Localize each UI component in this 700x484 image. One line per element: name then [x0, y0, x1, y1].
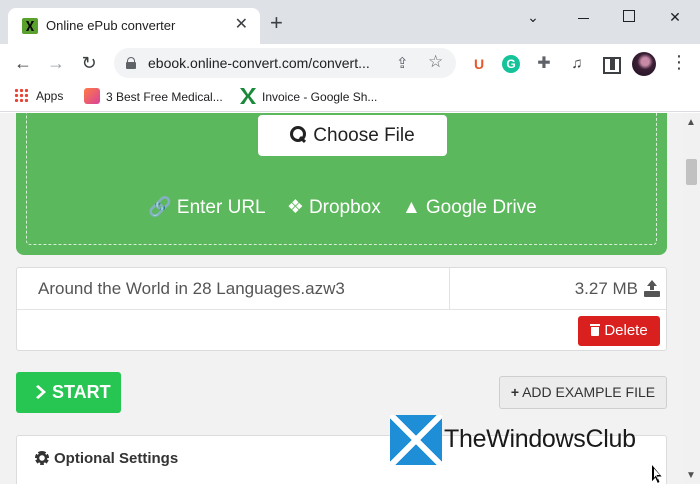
profile-avatar[interactable] — [632, 52, 656, 76]
add-example-file-button[interactable]: + ADD EXAMPLE FILE — [499, 376, 667, 409]
google-drive-link[interactable]: ▲ Google Drive — [402, 197, 537, 219]
file-name: Around the World in 28 Languages.azw3 — [38, 279, 345, 298]
optional-settings-title: Optional Settings — [35, 450, 178, 467]
start-button[interactable]: START — [16, 372, 121, 413]
bookmark-favicon-icon — [84, 88, 100, 104]
bookmark-star-icon[interactable]: ☆ — [428, 52, 443, 72]
maximize-button[interactable] — [614, 6, 644, 28]
bookmark-label: Apps — [36, 89, 64, 103]
trash-icon — [590, 324, 601, 336]
start-label: START — [52, 382, 111, 402]
page-viewport: Choose File 🔗 Enter URL ❖ Dropbox ▲ Google … — [0, 113, 683, 484]
plus-icon: + — [510, 384, 520, 400]
tab-search-chevron-icon[interactable]: ⌄ — [518, 6, 548, 28]
chevron-right-icon — [36, 385, 46, 399]
choose-file-button[interactable]: Choose File — [258, 115, 447, 156]
file-row: Around the World in 28 Languages.azw3 3.… — [17, 268, 666, 310]
dropbox-icon: ❖ — [286, 197, 304, 218]
bookmark-medical[interactable]: 3 Best Free Medical... — [84, 88, 223, 104]
link-icon: 🔗 — [148, 197, 172, 218]
bookmark-label: 3 Best Free Medical... — [106, 90, 223, 104]
scroll-thumb[interactable] — [686, 159, 697, 185]
dropzone-dashed-border: Choose File 🔗 Enter URL ❖ Dropbox ▲ Google … — [26, 113, 657, 245]
side-panel-icon[interactable] — [601, 55, 621, 74]
vertical-scrollbar[interactable]: ▲ ▼ — [683, 113, 700, 484]
browser-menu-icon[interactable]: ⋮ — [670, 52, 688, 73]
delete-label: Delete — [604, 322, 648, 339]
uploaded-file-panel: Around the World in 28 Languages.azw3 3.… — [16, 267, 667, 351]
tab-title: Online ePub converter — [46, 18, 176, 33]
media-control-icon[interactable]: ♫ — [568, 55, 586, 73]
bookmark-invoice[interactable]: Invoice - Google Sh... — [240, 88, 377, 104]
upload-sources: 🔗 Enter URL ❖ Dropbox ▲ Google Drive — [27, 195, 658, 219]
search-icon — [290, 126, 307, 142]
browser-tab[interactable]: Online ePub converter ✕ — [8, 8, 260, 44]
new-tab-button[interactable]: + — [270, 12, 283, 34]
divider — [449, 268, 450, 310]
gear-icon — [35, 451, 49, 465]
dropbox-link[interactable]: ❖ Dropbox — [287, 196, 381, 219]
scroll-down-icon[interactable]: ▼ — [686, 470, 696, 481]
extension-u-icon[interactable]: U — [470, 55, 488, 73]
choose-file-label: Choose File — [313, 125, 415, 146]
reload-button[interactable]: ↻ — [76, 50, 102, 76]
watermark-text: TheWindowsClub — [444, 425, 636, 453]
enter-url-link[interactable]: 🔗 Enter URL — [148, 195, 265, 219]
windows-club-logo-icon — [390, 415, 442, 465]
grammarly-icon[interactable]: G — [502, 55, 520, 73]
extensions-puzzle-icon[interactable]: ✚ — [535, 55, 553, 73]
back-button[interactable]: ← — [10, 50, 36, 76]
upload-dropzone[interactable]: Choose File 🔗 Enter URL ❖ Dropbox ▲ Google … — [16, 113, 667, 255]
apps-grid-icon — [14, 88, 28, 102]
site-favicon-icon — [22, 18, 38, 34]
bookmarks-bar: Apps 3 Best Free Medical... Invoice - Go… — [0, 82, 700, 112]
source-label: Dropbox — [308, 197, 381, 218]
window-close-button[interactable]: ✕ — [660, 6, 690, 28]
lock-icon[interactable] — [126, 57, 136, 69]
sheets-favicon-icon — [240, 88, 256, 104]
upload-icon[interactable] — [644, 280, 660, 298]
scroll-up-icon[interactable]: ▲ — [686, 117, 696, 128]
source-label: Google Drive — [425, 197, 537, 218]
file-size: 3.27 MB — [574, 279, 638, 298]
source-label: Enter URL — [176, 197, 266, 218]
url-text[interactable]: ebook.online-convert.com/convert... — [148, 55, 396, 71]
example-label: ADD EXAMPLE FILE — [522, 384, 656, 400]
browser-toolbar: ← → ↻ ebook.online-convert.com/convert..… — [0, 44, 700, 82]
tab-close-icon[interactable]: ✕ — [235, 16, 248, 34]
tab-strip: Online ePub converter ✕ + ⌄ ✕ — [0, 0, 700, 44]
address-bar[interactable]: ebook.online-convert.com/convert... ⇪ ☆ — [114, 48, 456, 78]
bookmark-label: Invoice - Google Sh... — [262, 90, 378, 104]
share-icon[interactable]: ⇪ — [396, 54, 409, 72]
forward-button[interactable]: → — [43, 50, 69, 76]
settings-label: Optional Settings — [54, 450, 179, 467]
bookmark-apps[interactable]: Apps — [14, 88, 63, 103]
google-drive-icon: ▲ — [402, 197, 421, 218]
delete-button[interactable]: Delete — [578, 316, 660, 346]
minimize-button[interactable] — [568, 6, 598, 28]
